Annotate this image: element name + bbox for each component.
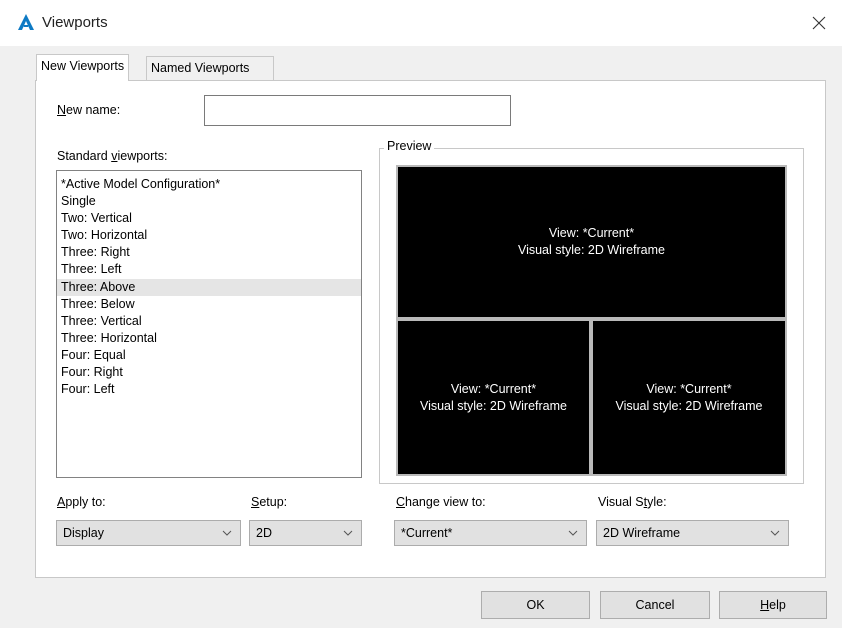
tab-named-viewports[interactable]: Named Viewports [146,56,274,80]
list-item[interactable]: Three: Below [57,296,361,313]
preview-area: View: *Current* Visual style: 2D Wirefra… [394,163,789,478]
new-name-label: New name: [57,103,121,117]
autocad-app-icon [18,14,34,30]
chevron-down-icon [343,530,353,536]
viewport-bottom-right: View: *Current* Visual style: 2D Wirefra… [591,319,787,476]
visual-style-dropdown[interactable]: 2D Wireframe [596,520,789,546]
change-view-to-dropdown[interactable]: *Current* [394,520,587,546]
viewport-style-text: Visual style: 2D Wireframe [517,243,666,257]
viewport-top: View: *Current* Visual style: 2D Wirefra… [396,165,787,319]
chevron-down-icon [568,530,578,536]
viewport-view-text: View: *Current* [548,226,635,240]
standard-viewports-label: Standard viewports: [57,149,168,163]
list-item[interactable]: Three: Right [57,244,361,261]
change-view-to-value: *Current* [401,526,453,540]
viewport-view-text: View: *Current* [646,381,732,396]
setup-dropdown[interactable]: 2D [249,520,362,546]
chevron-down-icon [770,530,780,536]
change-view-to-label: Change view to: [396,495,486,509]
visual-style-label: Visual Style: [598,495,667,509]
viewport-bottom-left: View: *Current* Visual style: 2D Wirefra… [396,319,591,476]
close-button[interactable] [796,0,842,46]
list-item[interactable]: Four: Right [57,364,361,381]
list-item[interactable]: Three: Vertical [57,313,361,330]
ok-button[interactable]: OK [481,591,590,619]
window-title: Viewports [42,14,108,31]
viewport-view-text: View: *Current* [450,381,537,396]
cancel-button[interactable]: Cancel [600,591,710,619]
list-item[interactable]: Three: Above [57,278,361,296]
close-icon [812,16,826,30]
list-item[interactable]: Four: Equal [57,347,361,364]
chevron-down-icon [222,530,232,536]
viewport-style-text: Visual style: 2D Wireframe [615,398,763,413]
list-item[interactable]: Two: Horizontal [57,227,361,244]
visual-style-value: 2D Wireframe [603,526,681,540]
list-item[interactable]: Four: Left [57,381,361,398]
list-item[interactable]: Two: Vertical [57,210,361,227]
apply-to-value: Display [63,526,104,540]
preview-label: Preview [384,139,435,153]
setup-value: 2D [256,526,272,540]
apply-to-label: Apply to: [57,495,106,509]
list-item[interactable]: Three: Horizontal [57,330,361,347]
setup-label: Setup: [251,495,288,509]
new-name-input[interactable] [204,95,511,126]
help-button[interactable]: Help [719,591,827,619]
tab-new-viewports[interactable]: New Viewports [36,54,130,81]
list-item[interactable]: Single [57,193,361,210]
title-bar: Viewports [0,0,842,46]
standard-viewports-list[interactable]: *Active Model Configuration* Single Two: V… [56,170,362,478]
apply-to-dropdown[interactable]: Display [56,520,241,546]
list-item[interactable]: *Active Model Configuration* [57,176,361,193]
list-item[interactable]: Three: Left [57,261,361,278]
viewport-style-text: Visual style: 2D Wireframe [419,398,568,413]
